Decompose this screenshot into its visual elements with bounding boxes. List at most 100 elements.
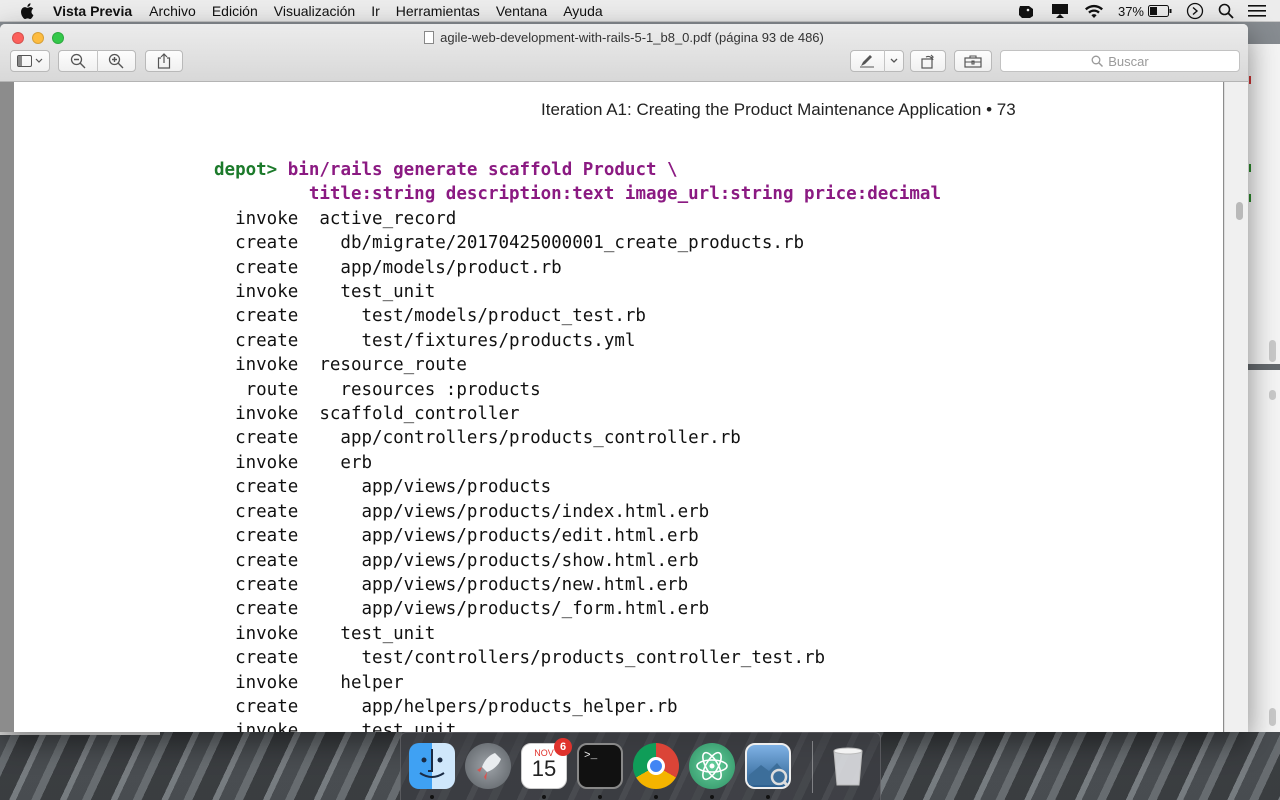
code-output-line: invoke erb	[214, 452, 373, 473]
chrome-icon[interactable]	[633, 743, 679, 789]
menu-herramientas[interactable]: Herramientas	[396, 3, 480, 19]
menu-bar: Vista Previa Archivo Edición Visualizaci…	[0, 0, 1280, 22]
terminal-prompt-glyph: >_	[584, 750, 598, 762]
preview-window: agile-web-development-with-rails-5-1_b8_…	[0, 24, 1248, 732]
calendar-icon[interactable]: NOV 15 6	[521, 738, 572, 789]
zoom-in-button[interactable]	[97, 53, 135, 69]
code-output-line: create app/views/products/edit.html.erb	[214, 526, 699, 547]
launchpad-icon[interactable]	[465, 743, 511, 789]
code-output-line: create app/views/products/show.html.erb	[214, 550, 699, 571]
menu-ayuda[interactable]: Ayuda	[563, 3, 602, 19]
code-output-line: create app/views/products/index.html.erb	[214, 501, 710, 522]
code-output-line: create test/fixtures/products.yml	[214, 330, 636, 351]
sidebar-icon	[17, 55, 43, 67]
dock: NOV 15 6 >_	[400, 732, 881, 800]
document-title: agile-web-development-with-rails-5-1_b8_…	[440, 30, 824, 45]
menu-ventana[interactable]: Ventana	[496, 3, 547, 19]
chrome-running-indicator	[654, 795, 658, 799]
zoom-out-icon	[70, 53, 86, 69]
background-scrollbar-top[interactable]	[1269, 390, 1276, 400]
rotate-button[interactable]	[910, 50, 946, 72]
app-menu[interactable]: Vista Previa	[53, 3, 132, 19]
code-output-line: create app/models/product.rb	[214, 257, 562, 278]
terminal-icon[interactable]: >_	[577, 743, 623, 789]
menu-edicion[interactable]: Edición	[212, 3, 258, 19]
finder-running-indicator	[430, 795, 434, 799]
markup-button[interactable]	[851, 54, 884, 68]
code-output-line: create app/helpers/products_helper.rb	[214, 696, 678, 717]
window-titlebar[interactable]: agile-web-development-with-rails-5-1_b8_…	[0, 24, 1248, 82]
evernote-icon[interactable]	[1016, 3, 1036, 19]
battery-icon[interactable]	[1148, 5, 1172, 17]
background-text-fragment	[1249, 164, 1251, 172]
sidebar-toggle-button[interactable]	[10, 50, 50, 72]
atom-icon[interactable]	[689, 743, 735, 789]
code-output-line: create test/controllers/products_control…	[214, 648, 826, 669]
markup-controls	[850, 50, 904, 72]
code-output-line: invoke test_unit	[214, 721, 457, 732]
preview-running-indicator	[766, 795, 770, 799]
display-icon[interactable]	[1050, 3, 1070, 19]
menu-archivo[interactable]: Archivo	[149, 3, 196, 19]
calendar-badge: 6	[554, 738, 572, 756]
code-output-line: invoke resource_route	[214, 355, 467, 376]
toolbox-button[interactable]	[954, 50, 992, 72]
code-output-line: invoke test_unit	[214, 282, 436, 303]
document-area[interactable]: Iteration A1: Creating the Product Maint…	[0, 82, 1248, 732]
markup-menu-button[interactable]	[885, 58, 903, 64]
battery-percent: 37%	[1117, 3, 1144, 19]
menu-visualizacion[interactable]: Visualización	[274, 3, 355, 19]
zoom-controls	[58, 50, 136, 72]
background-window-bottom[interactable]	[1244, 370, 1280, 732]
notification-center-icon[interactable]	[1248, 4, 1266, 18]
wifi-icon[interactable]	[1084, 3, 1104, 19]
vertical-scrollbar[interactable]	[1224, 82, 1248, 732]
toolbox-icon	[964, 55, 982, 68]
running-head: Iteration A1: Creating the Product Maint…	[541, 100, 1016, 119]
scrollbar-thumb[interactable]	[1236, 202, 1243, 220]
pdf-file-icon	[424, 31, 435, 44]
window-title: agile-web-development-with-rails-5-1_b8_…	[0, 30, 1248, 45]
code-output-line: create app/controllers/products_controll…	[214, 428, 741, 449]
pen-icon	[859, 55, 874, 68]
code-output-line: create db/migrate/20170425000001_create_…	[214, 233, 805, 254]
code-output-line: invoke active_record	[214, 208, 457, 229]
code-output-line: create app/views/products/new.html.erb	[214, 574, 689, 595]
zoom-out-button[interactable]	[59, 53, 97, 69]
chrome-center	[647, 757, 665, 775]
calendar-running-indicator	[542, 795, 546, 799]
trash-icon[interactable]	[825, 743, 871, 789]
background-text-fragment	[1249, 194, 1251, 202]
spotlight-icon[interactable]	[1218, 3, 1234, 19]
background-scrollbar-bottom[interactable]	[1269, 708, 1276, 726]
code-output-line: invoke scaffold_controller	[214, 404, 520, 425]
apple-icon[interactable]	[20, 2, 36, 20]
code-output-line: route resources :products	[214, 379, 541, 400]
share-button[interactable]	[145, 50, 183, 72]
calendar-day: 15	[531, 756, 557, 781]
background-scrollbar[interactable]	[1269, 340, 1276, 362]
code-prompt: depot>	[214, 160, 278, 180]
code-listing: depot> bin/rails generate scaffold Produ…	[214, 158, 941, 732]
share-icon	[157, 53, 171, 69]
search-icon	[1091, 55, 1104, 67]
terminal-running-indicator	[598, 795, 602, 799]
finder-icon[interactable]	[409, 743, 455, 789]
chevron-down-icon	[890, 58, 898, 63]
search-field[interactable]: Buscar	[1000, 50, 1240, 72]
code-output-line: invoke helper	[214, 672, 404, 693]
code-command-line-1: bin/rails generate scaffold Product \	[287, 160, 678, 180]
preview-icon[interactable]	[745, 743, 791, 789]
menu-ir[interactable]: Ir	[371, 3, 380, 19]
search-placeholder: Buscar	[1108, 53, 1149, 69]
background-text-fragment	[1249, 76, 1251, 84]
code-output-line: create app/views/products	[214, 477, 552, 498]
rotate-icon	[921, 54, 935, 69]
code-output-line: invoke test_unit	[214, 623, 436, 644]
code-output-line: create test/models/product_test.rb	[214, 306, 646, 327]
background-window-top[interactable]	[1244, 44, 1280, 364]
atom-running-indicator	[710, 795, 714, 799]
pdf-page[interactable]: Iteration A1: Creating the Product Maint…	[14, 82, 1223, 732]
timemachine-icon[interactable]	[1186, 2, 1204, 20]
code-output-line: create app/views/products/_form.html.erb	[214, 599, 710, 620]
